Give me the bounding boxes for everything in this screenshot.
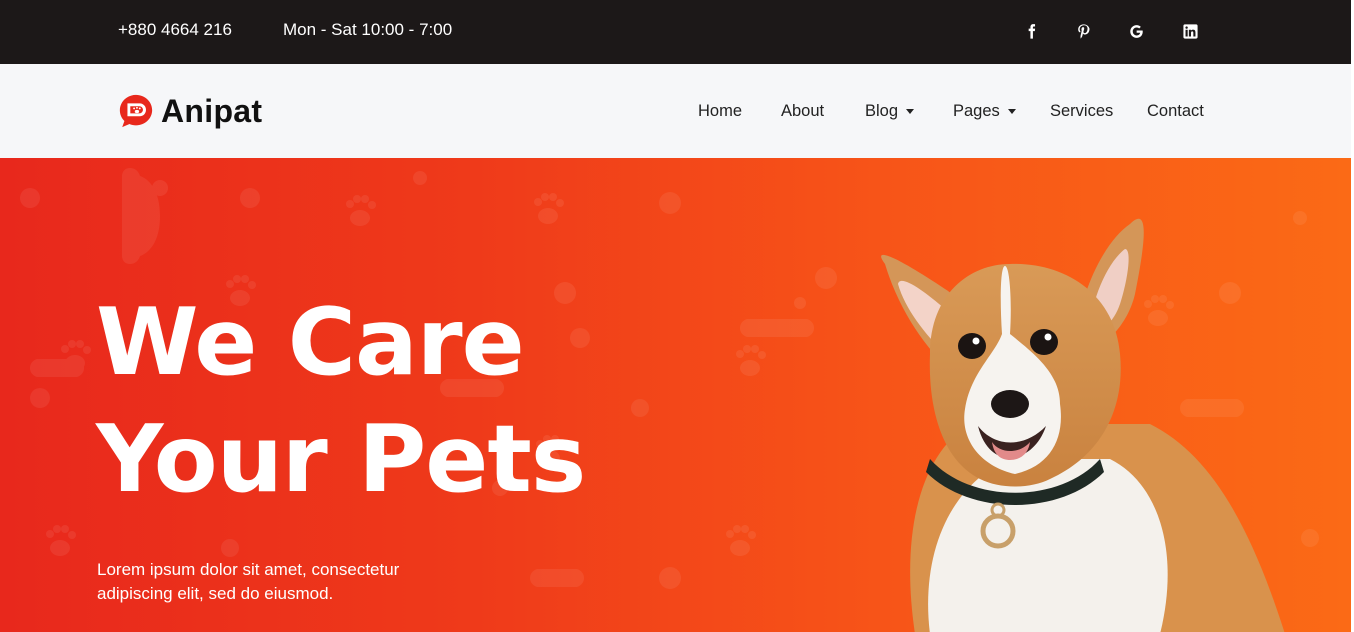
hero-title-line-2: Your Pets bbox=[96, 405, 586, 513]
nav-contact-label: Contact bbox=[1147, 102, 1204, 120]
nav-home[interactable]: Home bbox=[698, 102, 742, 121]
caret-down-icon bbox=[906, 109, 915, 114]
caret-down-icon bbox=[1007, 109, 1016, 114]
paw-chat-icon bbox=[119, 94, 153, 128]
phone-number: +880 4664 216 bbox=[118, 20, 232, 39]
nav-blog-label: Blog bbox=[865, 102, 899, 120]
main-navbar: Anipat Home About Blog Pages Services Co… bbox=[0, 64, 1351, 158]
nav-services[interactable]: Services bbox=[1050, 102, 1113, 121]
pinterest-icon[interactable] bbox=[1071, 19, 1095, 43]
nav-home-label: Home bbox=[698, 102, 743, 120]
opening-hours: Mon - Sat 10:00 - 7:00 bbox=[283, 20, 453, 39]
hero-title-line-1: We Care bbox=[96, 288, 525, 396]
linkedin-icon[interactable] bbox=[1178, 19, 1202, 43]
hero-title: We Care Your Pets bbox=[96, 284, 586, 518]
hero-banner: We Care Your Pets Lorem ipsum dolor sit … bbox=[0, 158, 1351, 632]
nav-blog-dropdown[interactable]: Blog bbox=[865, 102, 915, 121]
brand-name: Anipat bbox=[161, 92, 263, 129]
google-icon[interactable] bbox=[1124, 19, 1148, 43]
corgi-dog-image bbox=[881, 218, 1285, 632]
hero-description: Lorem ipsum dolor sit amet, consectetur … bbox=[97, 560, 400, 603]
nav-pages-label: Pages bbox=[953, 102, 1000, 120]
brand-logo[interactable]: Anipat bbox=[117, 92, 262, 130]
nav-about-label: About bbox=[781, 102, 825, 120]
nav-about[interactable]: About bbox=[781, 102, 824, 121]
facebook-icon[interactable] bbox=[1019, 19, 1043, 43]
nav-services-label: Services bbox=[1050, 102, 1114, 120]
nav-pages-dropdown[interactable]: Pages bbox=[953, 102, 1016, 121]
top-bar: +880 4664 216 Mon - Sat 10:00 - 7:00 bbox=[0, 0, 1351, 64]
nav-contact[interactable]: Contact bbox=[1147, 102, 1204, 121]
